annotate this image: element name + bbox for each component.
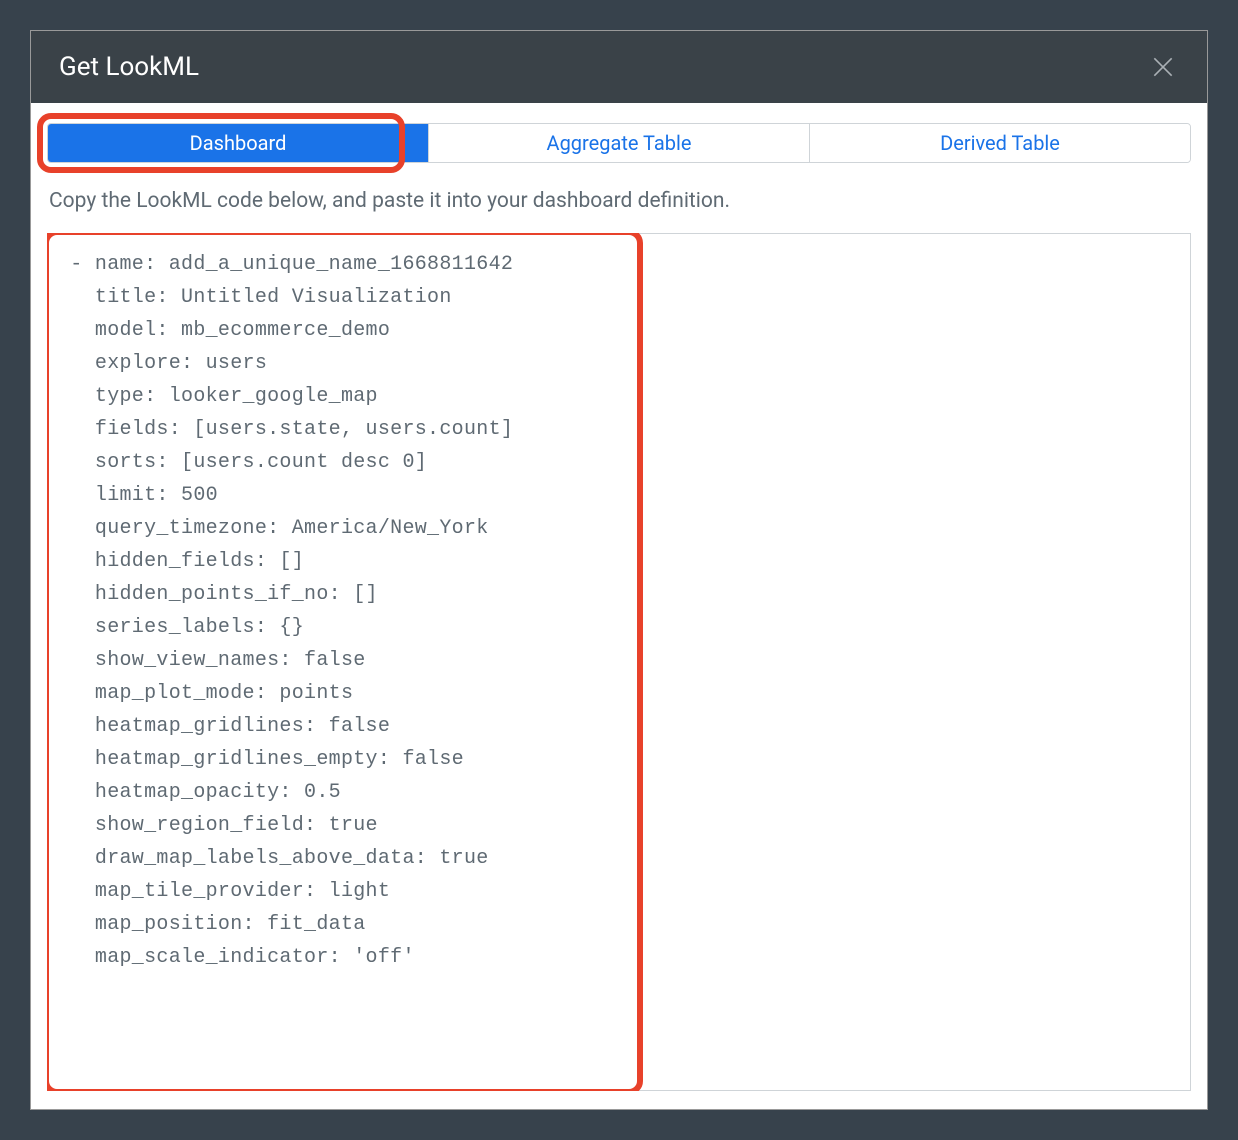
modal-title: Get LookML (59, 52, 199, 82)
instruction-text: Copy the LookML code below, and paste it… (47, 189, 1191, 213)
tab-derived-table[interactable]: Derived Table (810, 124, 1190, 162)
close-button[interactable] (1147, 51, 1179, 83)
tab-dashboard[interactable]: Dashboard (48, 124, 429, 162)
code-area[interactable]: - name: add_a_unique_name_1668811642 tit… (47, 233, 1191, 1091)
close-icon (1150, 54, 1176, 80)
tab-aggregate-table[interactable]: Aggregate Table (429, 124, 810, 162)
tabs-container: Dashboard Aggregate Table Derived Table (47, 123, 1191, 163)
get-lookml-modal: Get LookML Dashboard Aggregate Table Der… (30, 30, 1208, 1110)
modal-header: Get LookML (31, 31, 1207, 103)
code-area-wrapper: - name: add_a_unique_name_1668811642 tit… (47, 233, 1191, 1091)
tabs: Dashboard Aggregate Table Derived Table (47, 123, 1191, 163)
modal-body: Dashboard Aggregate Table Derived Table … (31, 103, 1207, 1109)
lookml-code[interactable]: - name: add_a_unique_name_1668811642 tit… (58, 248, 1180, 974)
